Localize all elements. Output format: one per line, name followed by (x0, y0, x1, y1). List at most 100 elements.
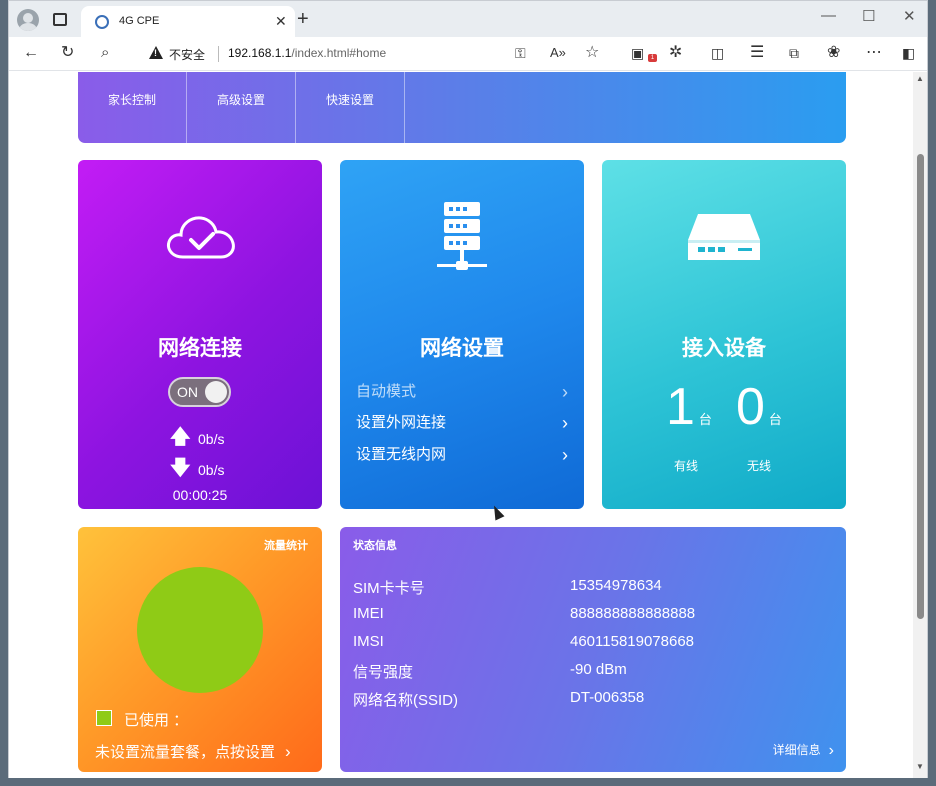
network-connection-card: 网络连接 ON 🡅 0b/s 🡇 0b/s 00:00:25 (78, 160, 322, 509)
chevron-right-icon: › (285, 742, 291, 761)
download-rate-row: 🡇 0b/s (170, 453, 224, 487)
notification-badge: 1 (648, 54, 657, 62)
status-row-imsi: IMSI 460115819078668 (353, 633, 833, 653)
traffic-stats-card: 流量统计 已使用 ： 未设置流量套餐，点按设置 › (78, 527, 322, 772)
details-link[interactable]: 详细信息 › (773, 741, 834, 760)
toggle-knob (205, 381, 227, 403)
puzzle-icon[interactable]: ✲ (669, 44, 682, 62)
connection-toggle[interactable]: ON (168, 377, 231, 407)
scroll-up-icon[interactable]: ▲ (916, 74, 924, 83)
nav-item-quick-settings[interactable]: 快速设置 (296, 72, 405, 143)
status-row-ssid: 网络名称(SSID) DT-006358 (353, 689, 833, 709)
globe-icon (95, 15, 109, 29)
split-screen-icon[interactable]: ◫ (711, 44, 724, 62)
warning-icon (149, 46, 163, 59)
status-value: 460115819078668 (570, 633, 695, 650)
details-label: 详细信息 (772, 743, 821, 757)
browser-window: 4G CPE ✕ + — ☐ ✕ ← ↻ ⌕ 不安全 192.168.1.1/i… (8, 0, 928, 778)
chevron-right-icon: › (828, 741, 834, 759)
tab-title: 4G CPE (119, 15, 160, 27)
network-settings-card: 网络设置 自动模式 › 设置外网连接 › 设置无线内网 › (340, 160, 584, 509)
set-plan-label: 未设置流量套餐，点按设置 (95, 744, 276, 761)
status-key: SIM卡卡号 (353, 580, 425, 597)
connected-devices-title: 接入设备 (682, 337, 766, 360)
status-value: 888888888888888 (570, 605, 696, 622)
status-key: IMEI (353, 605, 384, 622)
wan-setup-label: 设置外网连接 (356, 414, 447, 431)
url-text[interactable]: 192.168.1.1/index.html#home (228, 46, 386, 60)
server-icon (437, 202, 487, 270)
status-info-card: 状态信息 SIM卡卡号 15354978634 IMEI 88888888888… (340, 527, 846, 772)
key-icon[interactable]: ⚿ (515, 44, 526, 62)
traffic-stats-title: 流量统计 (264, 540, 308, 552)
status-value: DT-006358 (570, 689, 645, 706)
auto-mode-label: 自动模式 (356, 383, 417, 400)
nav-item-parental-control[interactable]: 家长控制 (78, 72, 187, 143)
router-icon (688, 214, 760, 260)
new-tab-icon[interactable]: + (297, 9, 309, 29)
vertical-scrollbar[interactable]: ▲ ▼ (913, 72, 927, 778)
profile-avatar-icon[interactable] (17, 9, 39, 31)
copilot-icon[interactable]: ❀ (827, 44, 840, 62)
tab-strip: 4G CPE ✕ + — ☐ ✕ (9, 1, 927, 37)
status-key: IMSI (353, 633, 384, 650)
wireless-label: 无线 (747, 459, 772, 473)
auto-mode-item[interactable]: 自动模式 › (356, 382, 568, 402)
close-tab-icon[interactable]: ✕ (275, 13, 287, 30)
more-icon[interactable]: ⋯ (866, 44, 882, 62)
search-icon[interactable]: ⌕ (101, 44, 109, 62)
wan-setup-item[interactable]: 设置外网连接 › (356, 413, 568, 433)
nav-item-advanced-settings[interactable]: 高级设置 (187, 72, 296, 143)
status-info-title: 状态信息 (353, 540, 397, 552)
arrow-up-icon: 🡅 (170, 426, 191, 448)
toggle-label: ON (177, 384, 198, 400)
extension-icon[interactable]: ▣ (631, 44, 644, 62)
favorite-star-icon[interactable]: ☆ (585, 44, 599, 62)
wireless-count: 0台 (736, 378, 782, 436)
close-window-icon[interactable]: ✕ (903, 7, 916, 25)
uptime: 00:00:25 (172, 487, 228, 503)
sidebar-icon[interactable]: ◧ (902, 44, 915, 62)
chevron-right-icon: › (562, 413, 568, 433)
chevron-right-icon: › (562, 445, 568, 465)
status-row-signal: 信号强度 -90 dBm (353, 661, 833, 681)
cloud-check-icon (167, 216, 235, 259)
network-settings-title: 网络设置 (420, 337, 504, 360)
wired-label: 有线 (674, 459, 699, 473)
arrow-down-icon: 🡇 (170, 457, 191, 479)
favorites-icon[interactable]: ☰ (750, 44, 764, 62)
wired-count: 1台 (666, 378, 712, 436)
browser-tab[interactable]: 4G CPE ✕ (81, 6, 295, 37)
scroll-down-icon[interactable]: ▼ (916, 762, 924, 771)
minimize-icon[interactable]: — (821, 7, 836, 24)
used-legend-swatch (96, 710, 112, 726)
wlan-setup-label: 设置无线内网 (356, 446, 447, 463)
tab-actions-icon[interactable] (53, 13, 67, 26)
connected-devices-card: 接入设备 1台 0台 有线 无线 (602, 160, 846, 509)
status-key: 网络名称(SSID) (353, 692, 459, 709)
refresh-icon[interactable]: ↻ (61, 44, 74, 62)
address-toolbar: ← ↻ ⌕ 不安全 192.168.1.1/index.html#home ⚿ … (9, 37, 927, 71)
collections-icon[interactable]: ⧉ (789, 44, 799, 62)
download-rate: 0b/s (198, 462, 225, 478)
back-icon[interactable]: ← (23, 44, 39, 62)
chevron-right-icon: › (562, 382, 568, 402)
usage-pie-chart (137, 567, 263, 693)
scrollbar-thumb[interactable] (917, 154, 924, 619)
maximize-icon[interactable]: ☐ (862, 7, 875, 25)
top-nav: 家长控制 高级设置 快速设置 (78, 72, 846, 143)
upload-rate-row: 🡅 0b/s (170, 422, 224, 456)
status-row-sim: SIM卡卡号 15354978634 (353, 577, 833, 597)
network-connection-title: 网络连接 (158, 337, 242, 360)
wlan-setup-item[interactable]: 设置无线内网 › (356, 445, 568, 465)
insecure-label: 不安全 (169, 48, 206, 62)
status-value: 15354978634 (570, 577, 662, 594)
status-row-imei: IMEI 888888888888888 (353, 605, 833, 625)
upload-rate: 0b/s (198, 431, 225, 447)
used-legend-label: 已使用 ： (124, 712, 189, 729)
set-plan-link[interactable]: 未设置流量套餐，点按设置 › (95, 741, 291, 762)
read-aloud-icon[interactable]: A» (550, 44, 566, 62)
page-viewport: 家长控制 高级设置 快速设置 网络连接 ON 🡅 0b/s 🡇 0b/s 00:00… (9, 72, 913, 778)
status-value: -90 dBm (570, 661, 627, 678)
divider (218, 46, 219, 62)
